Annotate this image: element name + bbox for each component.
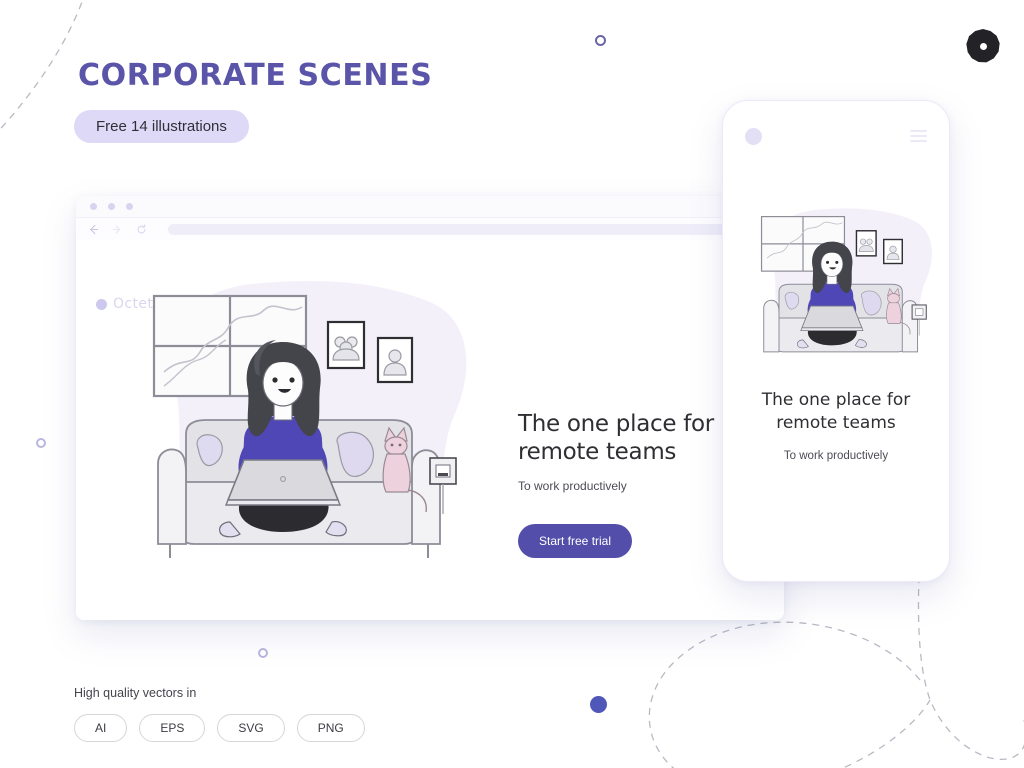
formats-label: High quality vectors in — [74, 686, 197, 700]
hero-headline: The one place for remote teams — [518, 411, 714, 465]
browser-page-content: Octet design studio — [76, 240, 784, 620]
format-badge-ai[interactable]: AI — [74, 714, 128, 742]
polygon-hole — [980, 43, 987, 50]
poster-canvas: CORPORATE SCENES Free 14 illustrations O… — [0, 0, 1024, 768]
hero-copy-desktop: The one place for remote teams To work p… — [518, 410, 748, 558]
forward-arrow-icon[interactable] — [112, 224, 123, 235]
dashed-arc-top-left — [0, 0, 84, 131]
ring-decoration-top — [595, 35, 606, 46]
back-arrow-icon[interactable] — [88, 224, 99, 235]
start-free-trial-button[interactable]: Start free trial — [518, 524, 633, 558]
ring-decoration-bottom — [258, 648, 268, 658]
format-badge-png[interactable]: PNG — [296, 714, 365, 742]
hero-subline: To work productively — [518, 479, 627, 493]
phone-hero-subline: To work productively — [783, 450, 889, 462]
browser-navbar — [76, 218, 784, 240]
reload-icon[interactable] — [136, 223, 147, 235]
phone-topbar — [723, 125, 949, 147]
app-logo-icon[interactable] — [745, 127, 762, 145]
framed-photo-group — [326, 320, 366, 370]
phone-hero-headline: The one place for remote teams — [761, 390, 911, 433]
maximize-dot-icon[interactable] — [126, 203, 133, 210]
minimize-dot-icon[interactable] — [108, 203, 115, 210]
free-illustrations-badge: Free 14 illustrations — [74, 110, 249, 143]
format-badge-svg[interactable]: SVG — [217, 714, 285, 742]
browser-mockup: Octet design studio — [76, 196, 784, 620]
framed-photo-person — [376, 336, 414, 384]
url-input[interactable] — [168, 223, 772, 235]
browser-titlebar — [76, 196, 784, 218]
format-badges: AI EPS SVG PNG — [74, 714, 365, 742]
phone-mockup: The one place for remote teams To work p… — [722, 100, 950, 582]
close-dot-icon[interactable] — [90, 203, 97, 210]
hero-illustration-mobile — [760, 208, 932, 353]
hero-illustration-desktop — [152, 281, 467, 558]
dark-polygon-decoration — [966, 29, 1000, 63]
ring-decoration-left — [36, 438, 46, 448]
hamburger-menu-icon[interactable] — [910, 130, 927, 142]
page-title: CORPORATE SCENES — [78, 58, 433, 93]
format-badge-eps[interactable]: EPS — [139, 714, 206, 742]
phone-hero-copy: The one place for remote teams To work p… — [723, 389, 949, 462]
logo-mark-icon — [96, 298, 107, 310]
filled-dot-decoration — [590, 696, 607, 713]
